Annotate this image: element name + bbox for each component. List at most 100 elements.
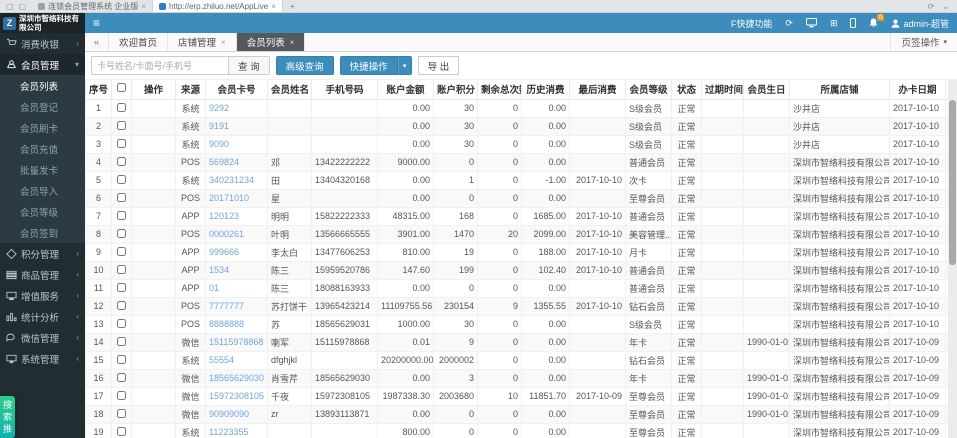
browser-back-icon[interactable]: ▢ (6, 2, 14, 11)
quick-function-link[interactable]: F快捷功能 (731, 17, 773, 30)
cell-points: 230154 (433, 296, 478, 316)
row-checkbox[interactable] (117, 408, 126, 418)
member-card-link[interactable]: 569824 (209, 157, 239, 167)
new-tab-button[interactable]: + (283, 0, 302, 12)
member-card-link[interactable]: 18565629030 (209, 373, 264, 383)
quick-actions-button[interactable]: 快捷操作 (339, 56, 398, 75)
sidebar-subitem-会员导入[interactable]: 会员导入 (0, 180, 85, 201)
user-menu[interactable]: admin-超管 (891, 17, 949, 30)
sidebar-subitem-会员刷卡[interactable]: 会员刷卡 (0, 117, 85, 138)
row-checkbox[interactable] (117, 264, 126, 274)
row-checkbox[interactable] (117, 354, 126, 364)
sidebar-subitem-会员登记[interactable]: 会员登记 (0, 96, 85, 117)
member-card-link[interactable]: 01 (209, 283, 219, 293)
sidebar-item-会员管理[interactable]: 会员管理 ▾ (0, 54, 85, 75)
cell-history: 11851.70 (521, 386, 570, 406)
member-card-link[interactable]: 9292 (209, 103, 229, 113)
sidebar-subitem-会员等级[interactable]: 会员等级 (0, 201, 85, 222)
row-checkbox[interactable] (117, 228, 126, 238)
cell-phone (311, 350, 378, 370)
monitor-icon[interactable] (805, 18, 817, 28)
member-card-link[interactable]: 11223355 (209, 427, 248, 437)
row-checkbox[interactable] (117, 300, 126, 310)
quick-actions-caret-icon[interactable]: ▾ (397, 56, 412, 75)
member-card-link[interactable]: 9191 (209, 121, 229, 131)
refresh-icon[interactable]: ⟳ (785, 18, 793, 28)
row-checkbox-cell (111, 98, 132, 118)
row-checkbox[interactable] (117, 336, 126, 346)
member-card-link[interactable]: 8888888 (209, 319, 244, 329)
cell-phone (311, 98, 378, 118)
sidebar-item-积分管理[interactable]: 积分管理 ‹ (0, 243, 85, 264)
select-all-checkbox[interactable] (117, 83, 126, 93)
row-checkbox[interactable] (117, 426, 126, 436)
sidebar-subitem-会员充值[interactable]: 会员充值 (0, 138, 85, 159)
browser-tab-1[interactable]: 连锁会员管理系统 企业版 × (32, 0, 154, 12)
cell-level: S级会员 (625, 116, 672, 136)
query-button[interactable]: 查 询 (229, 56, 270, 75)
sidebar-item-微信管理[interactable]: 微信管理 ‹ (0, 327, 85, 348)
table-row: 16 微信 18565629030 肖雪芹 18565629030 0.00 3 0 0.00 年… (85, 368, 957, 388)
page-tab-会员列表[interactable]: 会员列表 × (236, 33, 306, 51)
collapse-tabs-icon[interactable]: « (85, 33, 109, 51)
row-checkbox[interactable] (117, 372, 126, 382)
page-tab-店铺管理[interactable]: 店铺管理 × (168, 33, 237, 51)
row-checkbox[interactable] (117, 282, 126, 292)
member-card-link[interactable]: 20171010 (209, 193, 249, 203)
sidebar-subitem-会员签到[interactable]: 会员签到 (0, 222, 85, 243)
member-card-link[interactable]: 340231234 (209, 175, 254, 185)
member-card-link[interactable]: 0000261 (209, 229, 244, 239)
row-checkbox[interactable] (117, 318, 126, 328)
member-card-link[interactable]: 90909090 (209, 409, 249, 419)
member-card-link[interactable]: 15115978868 (209, 337, 263, 347)
apps-grid-icon[interactable]: ⊞ (830, 18, 838, 28)
browser-bookmark-icon[interactable]: ▢ (19, 2, 27, 11)
row-checkbox[interactable] (117, 174, 126, 184)
logo[interactable]: Z 深圳市智络科技有限公司 (0, 13, 85, 33)
browser-tab-2[interactable]: http://erp.zhiluo.net/AppLive × (153, 0, 283, 12)
member-card-link[interactable]: 999666 (209, 247, 239, 257)
close-icon[interactable]: × (221, 38, 226, 47)
cell-expire (701, 260, 744, 280)
vertical-scrollbar[interactable] (948, 80, 957, 438)
advanced-query-button[interactable]: 高级查询 (275, 56, 334, 75)
row-checkbox[interactable] (117, 210, 126, 220)
search-promo-ribbon[interactable]: 搜索推 (0, 396, 15, 438)
export-button[interactable]: 导 出 (417, 56, 460, 75)
member-card-link[interactable]: 55554 (209, 355, 234, 365)
row-checkbox[interactable] (117, 138, 126, 148)
row-checkbox[interactable] (117, 390, 126, 400)
member-card-link[interactable]: 1534 (209, 265, 229, 275)
close-icon[interactable]: × (141, 2, 146, 11)
row-checkbox[interactable] (117, 156, 126, 166)
cell-history: 102.40 (521, 260, 570, 280)
sidebar-item-消费收银[interactable]: 消费收银 ‹ (0, 33, 85, 54)
cell-points: 2003680 (433, 386, 478, 406)
browser-refresh-icon[interactable]: ⟳ (928, 2, 935, 11)
mobile-icon[interactable] (850, 18, 857, 28)
row-checkbox[interactable] (117, 102, 126, 112)
sidebar-subitem-批量发卡[interactable]: 批量发卡 (0, 159, 85, 180)
sidebar-item-商品管理[interactable]: 商品管理 ‹ (0, 264, 85, 285)
row-checkbox[interactable] (117, 192, 126, 202)
sidebar-item-系统管理[interactable]: 系统管理 ‹ (0, 348, 85, 369)
member-card-link[interactable]: 120123 (209, 211, 239, 221)
scrollbar-thumb[interactable] (949, 100, 956, 265)
row-checkbox[interactable] (117, 120, 126, 130)
page-tab-欢迎首页[interactable]: 欢迎首页 (109, 33, 169, 51)
close-icon[interactable]: × (271, 2, 276, 11)
sidebar-toggle-icon[interactable]: ≡ (93, 17, 100, 29)
sidebar-item-增值服务[interactable]: 增值服务 ‹ (0, 285, 85, 306)
column-header-会员姓名: 会员姓名 (267, 80, 312, 100)
close-icon[interactable]: × (290, 38, 295, 47)
member-card-link[interactable]: 7777777 (209, 301, 244, 311)
tab-actions-dropdown[interactable]: 页签操作 ▾ (890, 33, 957, 51)
sidebar-item-统计分析[interactable]: 统计分析 ‹ (0, 306, 85, 327)
browser-menu-icon[interactable]: ⌄ (942, 2, 949, 11)
member-card-link[interactable]: 15972308105 (209, 391, 264, 401)
search-input[interactable] (91, 56, 229, 75)
sidebar-subitem-会员列表[interactable]: 会员列表 (0, 75, 85, 96)
row-checkbox[interactable] (117, 246, 126, 256)
bell-icon[interactable]: 0 (869, 14, 885, 28)
member-card-link[interactable]: 9090 (209, 139, 229, 149)
